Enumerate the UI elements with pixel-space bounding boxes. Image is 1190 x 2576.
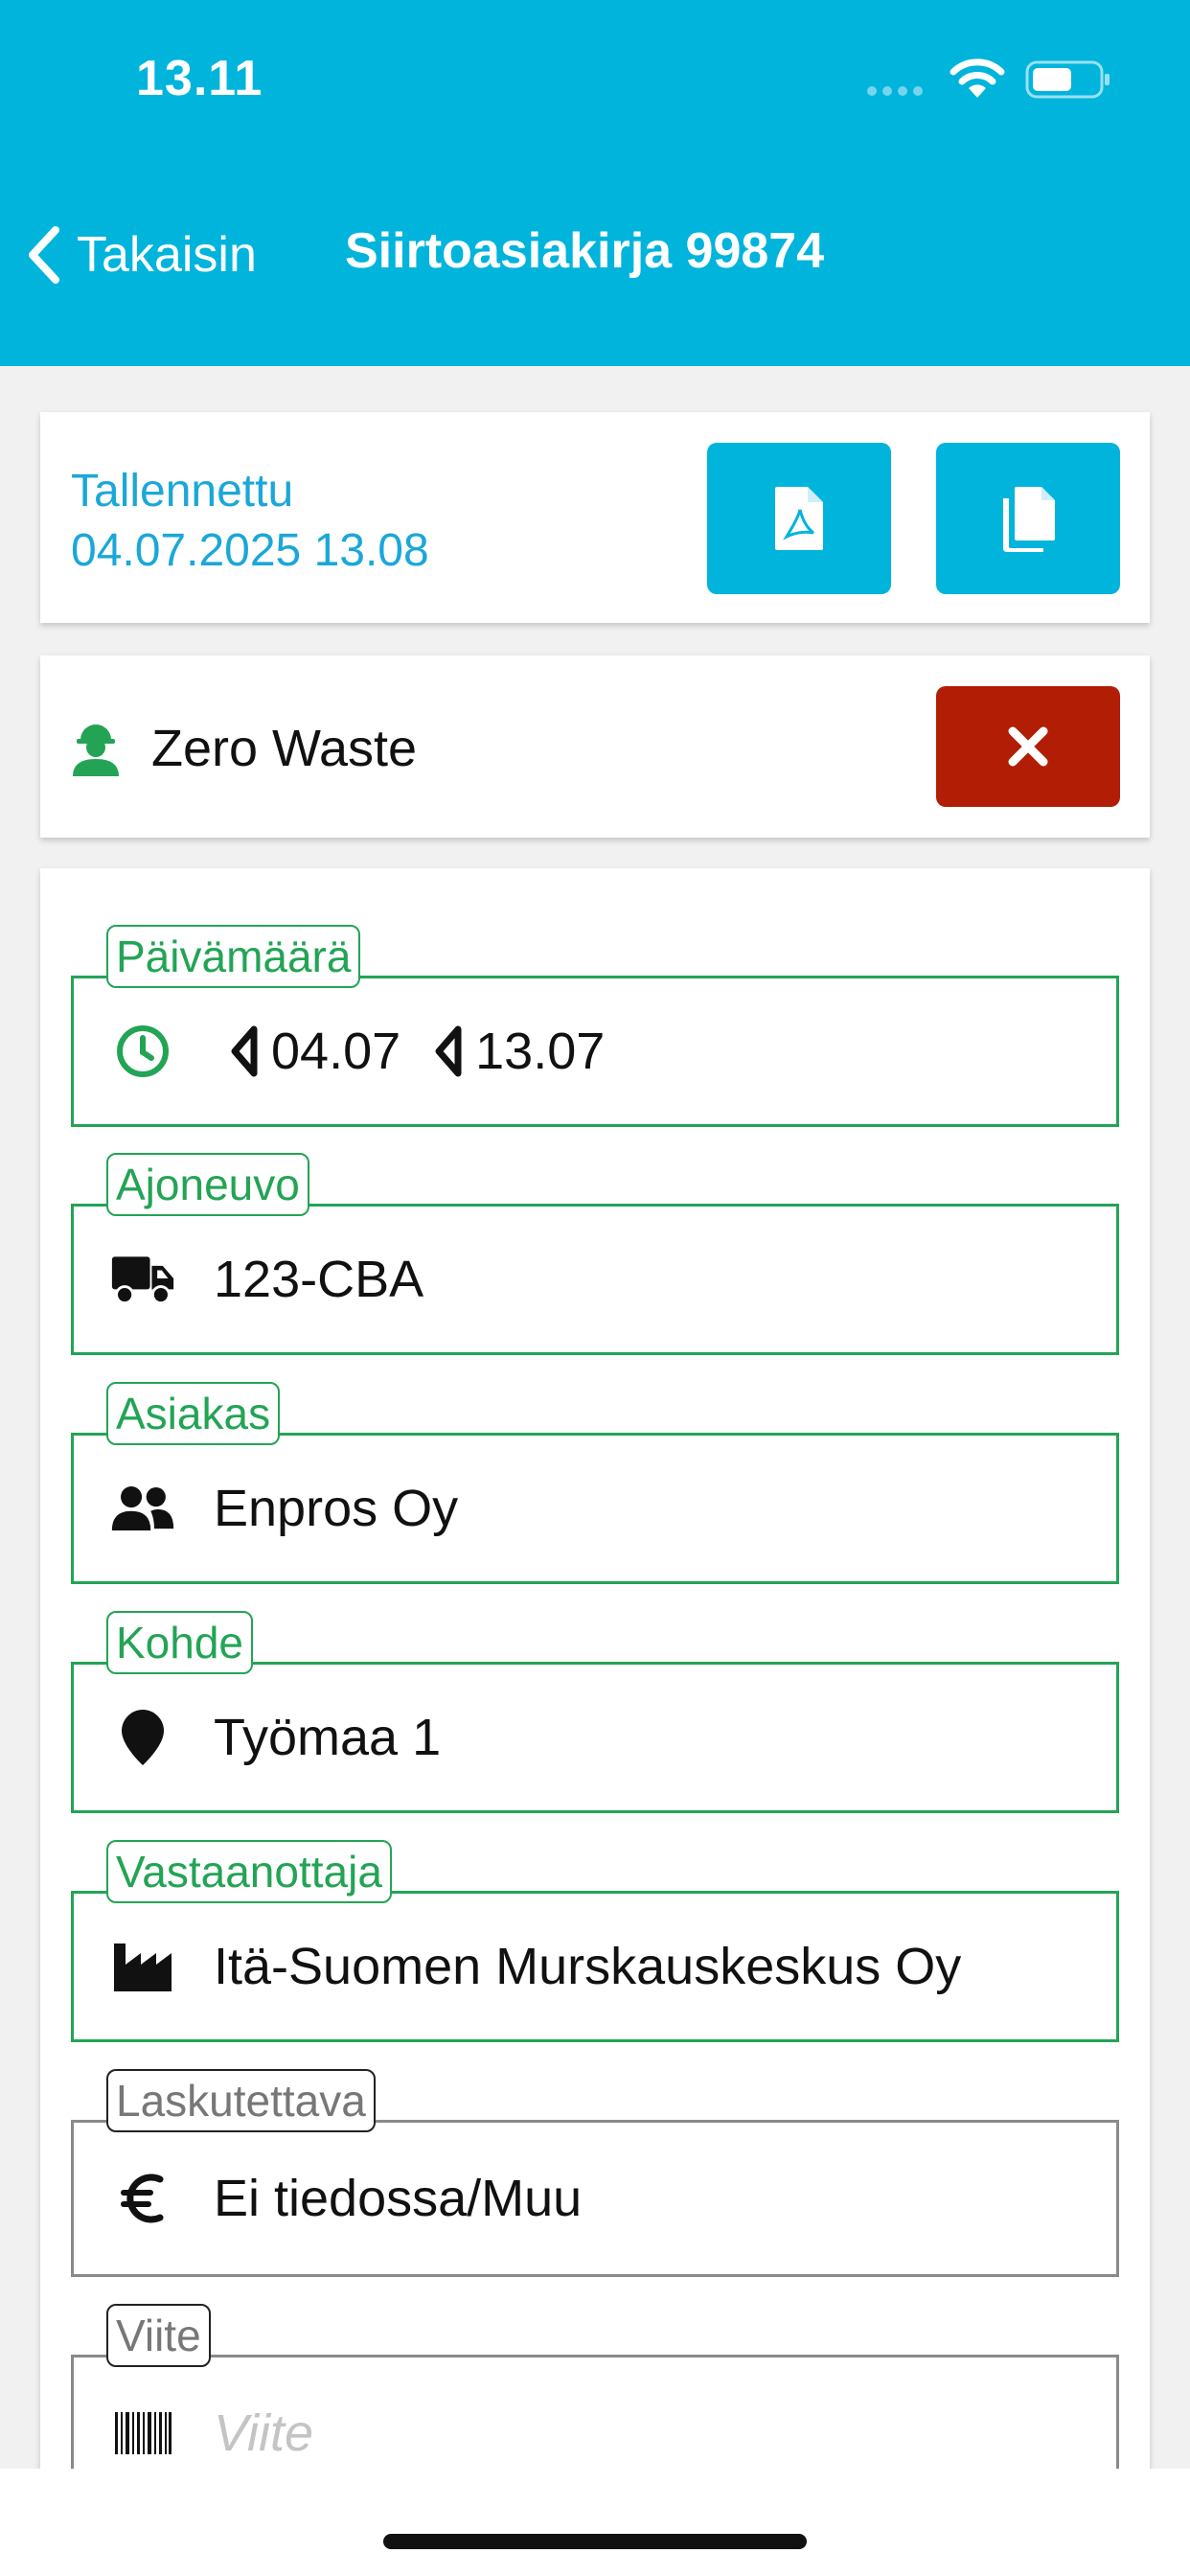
driver-name: Zero Waste: [151, 720, 418, 777]
customer-field[interactable]: Asiakas Enpros Oy: [71, 1382, 1119, 1584]
euro-icon: [110, 2170, 175, 2227]
pdf-file-icon: [775, 487, 823, 550]
transfer-form: Päivämäärä 04.07 13.07 Ajoneuvo 123-CBA …: [40, 868, 1150, 2512]
saved-datetime: 04.07.2025 13.08: [71, 525, 429, 576]
chevron-left-icon: [29, 226, 59, 284]
time-value[interactable]: 13.07: [475, 1022, 605, 1081]
receiver-field[interactable]: Vastaanottaja Itä-Suomen Murskauskeskus …: [71, 1840, 1119, 2042]
status-time: 13.11: [136, 51, 263, 106]
reference-field-label: Viite: [106, 2304, 211, 2367]
copy-button[interactable]: [936, 443, 1120, 594]
vehicle-field-label: Ajoneuvo: [106, 1153, 309, 1216]
caret-left-icon: [231, 1025, 258, 1077]
top-bar: 13.11 Takaisin Siirtoasiakirja 99874: [0, 0, 1190, 366]
clock-icon: [110, 1023, 175, 1080]
customer-value: Enpros Oy: [214, 1480, 459, 1537]
pdf-button[interactable]: [707, 443, 891, 594]
billing-value: Ei tiedossa/Muu: [214, 2170, 583, 2227]
billing-field[interactable]: Laskutettava Ei tiedossa/Muu: [71, 2069, 1119, 2277]
saved-status: Tallennettu 04.07.2025 13.08: [71, 462, 429, 581]
industry-icon: [110, 1938, 175, 1995]
billing-field-label: Laskutettava: [106, 2069, 376, 2132]
copy-icon: [1003, 487, 1055, 552]
caret-left-icon: [435, 1025, 462, 1077]
saved-status-card: Tallennettu 04.07.2025 13.08: [40, 412, 1150, 623]
date-value[interactable]: 04.07: [271, 1022, 400, 1081]
site-field-label: Kohde: [106, 1611, 254, 1674]
receiver-field-label: Vastaanottaja: [106, 1840, 392, 1903]
battery-icon: [1025, 60, 1110, 99]
home-indicator[interactable]: [383, 2534, 807, 2549]
saved-label: Tallennettu: [71, 466, 294, 517]
vehicle-field[interactable]: Ajoneuvo 123-CBA: [71, 1153, 1119, 1355]
date-field-label: Päivämäärä: [106, 925, 361, 988]
site-value: Työmaa 1: [214, 1709, 442, 1766]
back-button[interactable]: Takaisin: [25, 217, 257, 293]
hard-hat-worker-icon: [73, 724, 119, 776]
bottom-safe-area: [0, 2469, 1190, 2576]
close-icon: [1008, 726, 1048, 767]
users-icon: [110, 1480, 175, 1537]
truck-icon: [110, 1251, 175, 1308]
receiver-value: Itä-Suomen Murskauskeskus Oy: [214, 1938, 962, 1995]
site-field[interactable]: Kohde Työmaa 1: [71, 1611, 1119, 1813]
date-time-value: 04.07 13.07: [227, 1022, 605, 1081]
driver-card: Zero Waste: [40, 656, 1150, 838]
cellular-signal-icon: [867, 86, 923, 96]
remove-driver-button[interactable]: [936, 686, 1120, 807]
map-marker-icon: [110, 1709, 175, 1766]
page-title: Siirtoasiakirja 99874: [345, 223, 825, 279]
vehicle-value: 123-CBA: [214, 1251, 424, 1308]
date-field[interactable]: Päivämäärä 04.07 13.07: [71, 925, 1119, 1127]
back-label: Takaisin: [77, 227, 257, 283]
reference-input[interactable]: Viite: [214, 2404, 313, 2463]
wifi-icon: [950, 58, 1005, 98]
customer-field-label: Asiakas: [106, 1382, 281, 1445]
barcode-icon: [110, 2404, 175, 2462]
